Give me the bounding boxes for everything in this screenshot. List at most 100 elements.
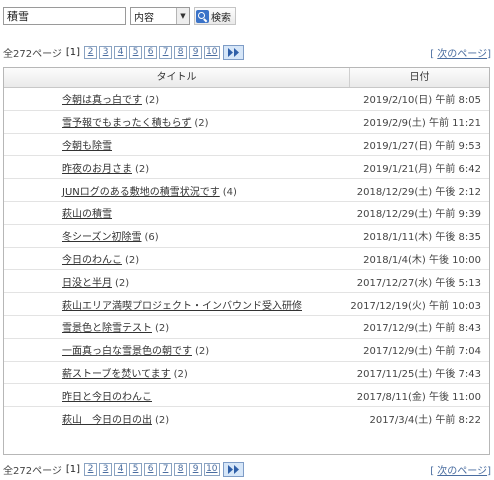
page-link[interactable]: 2 [84, 45, 98, 59]
page-link[interactable]: 7 [159, 45, 173, 59]
article-link[interactable]: 冬シーズン初除雪 [62, 232, 142, 243]
article-link[interactable]: 萩山エリア満喫プロジェクト・インバウンド受入研修 [62, 301, 302, 312]
search-input[interactable] [3, 7, 126, 25]
list-item: 萩山エリア満喫プロジェクト・インバウンド受入研修 2017/12/19(火) 午前… [4, 293, 489, 316]
list-item-title-cell: 萩山エリア満喫プロジェクト・インバウンド受入研修 [4, 297, 349, 312]
list-item-title-cell: 雪景色と除雪テスト (2) [4, 319, 349, 334]
list-item: 今日のわんこ (2) 2018/1/4(木) 午後 10:00 [4, 248, 489, 271]
list-header: タイトル 日付 [4, 68, 489, 88]
list-item-date: 2017/12/9(土) 午前 8:43 [363, 323, 481, 335]
article-link[interactable]: 雪景色と除雪テスト [62, 323, 152, 334]
current-page: [1] [65, 46, 81, 58]
article-link[interactable]: 萩山 今日の日の出 [62, 415, 152, 426]
page-link[interactable]: 4 [114, 45, 128, 59]
comment-count: (2) [125, 254, 140, 266]
list-item-title-cell: 雪予報でもまったく積もらず (2) [4, 114, 349, 129]
article-link[interactable]: 日没と半月 [62, 278, 112, 289]
list-item: 薪ストーブを焚いてます (2) 2017/11/25(土) 午後 7:43 [4, 362, 489, 385]
list-item: 雪予報でもまったく積もらず (2) 2019/2/9(土) 午前 11:21 [4, 111, 489, 134]
list-item: 雪景色と除雪テスト (2) 2017/12/9(土) 午前 8:43 [4, 316, 489, 339]
page-link[interactable]: 5 [129, 462, 143, 476]
list-rows: 今朝は真っ白です (2) 2019/2/10(日) 午前 8:05 雪予報でもまったく… [4, 88, 489, 430]
list-item-title-cell: JUNログのある敷地の積雪状況です (4) [4, 183, 349, 198]
next-pages-icon[interactable] [222, 44, 244, 60]
list-item-date: 2018/12/29(土) 午後 2:12 [356, 186, 481, 198]
page-link[interactable]: 10 [204, 45, 220, 59]
list-item-date: 2019/1/21(月) 午前 6:42 [363, 163, 481, 175]
article-link[interactable]: JUNログのある敷地の積雪状況です [62, 187, 220, 198]
page-link[interactable]: 8 [174, 462, 188, 476]
list-item-date: 2019/2/9(土) 午前 11:21 [363, 118, 481, 130]
next-page-close: ] [487, 48, 491, 60]
article-list: タイトル 日付 今朝は真っ白です (2) 2019/2/10(日) 午前 8:05 雪… [3, 67, 490, 455]
list-item-date: 2017/12/27(水) 午後 5:13 [356, 277, 481, 289]
page-link[interactable]: 4 [114, 462, 128, 476]
search-button[interactable]: 検索 [194, 7, 236, 25]
list-item-date: 2017/11/25(土) 午後 7:43 [356, 368, 481, 380]
page-link[interactable]: 9 [189, 462, 203, 476]
current-page: [1] [65, 463, 81, 475]
search-bar: 内容 ▼ 検索 [3, 6, 236, 26]
list-item: 一面真っ白な雪景色の朝です (2) 2017/12/9(土) 午前 7:04 [4, 339, 489, 362]
page-total: 全272ページ [3, 465, 62, 477]
comment-count: (2) [195, 346, 210, 358]
page-link[interactable]: 6 [144, 45, 158, 59]
list-item: 萩山の積雪 2018/12/29(土) 午前 9:39 [4, 202, 489, 225]
chevron-down-icon[interactable]: ▼ [176, 8, 189, 24]
comment-count: (2) [155, 323, 170, 335]
comment-count: (2) [115, 277, 130, 289]
list-item-title-cell: 今朝は真っ白です (2) [4, 91, 349, 106]
list-item-date: 2017/3/4(土) 午前 8:22 [369, 415, 481, 427]
list-item: 今朝も除雪 2019/1/27(日) 午前 9:53 [4, 134, 489, 157]
page-link[interactable]: 10 [204, 462, 220, 476]
list-item-title-cell: 日没と半月 (2) [4, 274, 349, 289]
search-icon [196, 9, 209, 23]
list-item-title-cell: 昨夜のお月さま (2) [4, 160, 349, 175]
list-item-title-cell: 冬シーズン初除雪 (6) [4, 228, 349, 243]
page-link[interactable]: 3 [99, 462, 113, 476]
list-item-title-cell: 今朝も除雪 [4, 137, 349, 152]
page-link[interactable]: 6 [144, 462, 158, 476]
page-link[interactable]: 9 [189, 45, 203, 59]
scope-select[interactable]: 内容 ▼ [130, 7, 190, 25]
next-page-open: [ [430, 48, 435, 60]
list-item: JUNログのある敷地の積雪状況です (4) 2018/12/29(土) 午後 2:1… [4, 179, 489, 202]
next-pages-icon[interactable] [222, 461, 244, 477]
article-link[interactable]: 萩山の積雪 [62, 209, 112, 220]
list-item-date: 2018/1/4(木) 午後 10:00 [363, 254, 481, 266]
page-total: 全272ページ [3, 48, 62, 60]
page-link[interactable]: 7 [159, 462, 173, 476]
search-button-label: 検索 [211, 12, 231, 24]
page-link[interactable]: 2 [84, 462, 98, 476]
pager-top: 全272ページ [1] 2 3 4 5 6 7 8 9 10 [ 次のページ] [3, 44, 491, 60]
next-page-link[interactable]: [ 次のページ] [430, 45, 491, 60]
page-link[interactable]: 5 [129, 45, 143, 59]
list-item-date: 2017/8/11(金) 午後 11:00 [356, 391, 481, 403]
next-page-link[interactable]: [ 次のページ] [430, 462, 491, 477]
column-header-title: タイトル [4, 68, 350, 87]
comment-count: (2) [194, 118, 209, 130]
next-page-label[interactable]: 次のページ [437, 49, 487, 60]
list-item-title-cell: 昨日と今日のわんこ [4, 388, 349, 403]
next-page-open: [ [430, 465, 435, 477]
list-item: 冬シーズン初除雪 (6) 2018/1/11(木) 午後 8:35 [4, 225, 489, 248]
list-item-date: 2017/12/19(火) 午前 10:03 [350, 300, 481, 312]
list-item: 昨日と今日のわんこ 2017/8/11(金) 午後 11:00 [4, 384, 489, 408]
article-link[interactable]: 一面真っ白な雪景色の朝です [62, 346, 192, 357]
list-item-title-cell: 今日のわんこ (2) [4, 251, 349, 266]
article-link[interactable]: 今朝も除雪 [62, 141, 112, 152]
article-link[interactable]: 昨日と今日のわんこ [62, 392, 152, 403]
page-link[interactable]: 8 [174, 45, 188, 59]
article-link[interactable]: 今朝は真っ白です [62, 95, 142, 106]
article-link[interactable]: 薪ストーブを焚いてます [62, 369, 171, 380]
comment-count: (4) [222, 186, 237, 198]
list-item: 萩山 今日の日の出 (2) 2017/3/4(土) 午前 8:22 [4, 407, 489, 430]
list-item-title-cell: 薪ストーブを焚いてます (2) [4, 365, 349, 380]
next-page-label[interactable]: 次のページ [437, 466, 487, 477]
article-link[interactable]: 今日のわんこ [62, 255, 122, 266]
article-link[interactable]: 雪予報でもまったく積もらず [62, 118, 191, 129]
comment-count: (2) [173, 368, 188, 380]
list-item-date: 2019/1/27(日) 午前 9:53 [363, 140, 481, 152]
page-link[interactable]: 3 [99, 45, 113, 59]
article-link[interactable]: 昨夜のお月さま [62, 164, 132, 175]
